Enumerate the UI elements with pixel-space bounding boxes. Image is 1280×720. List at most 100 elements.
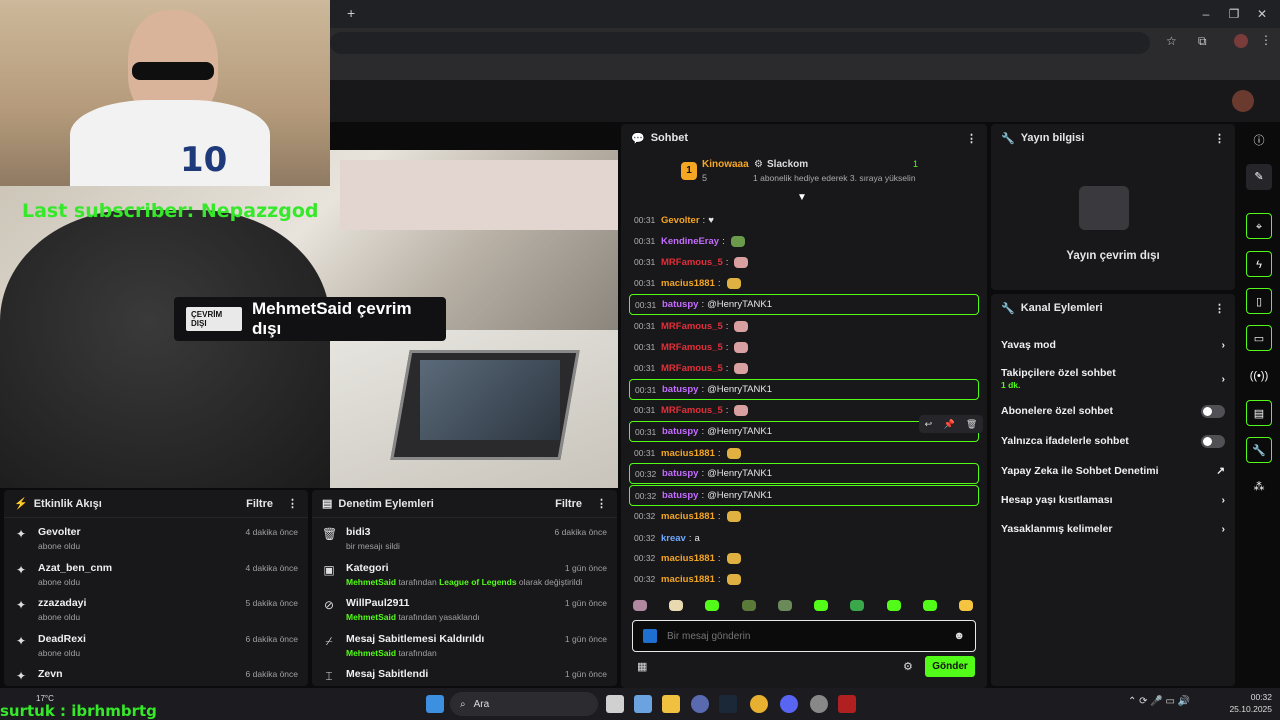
more-icon[interactable]: ⋮ (1214, 302, 1225, 315)
collapse-icon[interactable]: ▼ (797, 192, 807, 203)
activity-filter-button[interactable]: Filtre (246, 498, 273, 510)
emotes-only-toggle[interactable] (1201, 434, 1225, 448)
reply-icon[interactable]: ↩ (925, 419, 933, 430)
chat-message[interactable]: 00:32 batuspy: @HenryTANK1 (629, 485, 979, 506)
send-button[interactable]: Gönder (925, 656, 975, 677)
banned-words-row[interactable]: Yasaklanmış kelimeler › (991, 514, 1235, 543)
steam-icon[interactable] (719, 695, 737, 713)
taskview-icon[interactable] (606, 695, 624, 713)
message-username[interactable]: macius1881 (661, 553, 715, 564)
app-icon[interactable] (691, 695, 709, 713)
pin-icon[interactable]: 📌 (943, 419, 954, 430)
chat-message[interactable]: 00:32 macius1881: (629, 569, 979, 589)
focus-icon[interactable]: ⌖ (1246, 213, 1272, 239)
message-username[interactable]: Gevolter (661, 215, 700, 226)
message-username[interactable]: macius1881 (661, 448, 715, 459)
followers-only-row[interactable]: Takipçilere özel sohbet 1 dk. › (991, 362, 1235, 396)
message-username[interactable]: KendineEray (661, 236, 719, 247)
more-icon[interactable]: ⋮ (287, 497, 298, 510)
minimize-icon[interactable]: – (1196, 6, 1216, 22)
delete-icon[interactable]: 🗑 (966, 419, 977, 430)
chat-message[interactable]: 00:32 macius1881: (629, 548, 979, 568)
tool-icon[interactable]: 🔧 (1246, 437, 1272, 463)
message-username[interactable]: batuspy (662, 299, 698, 310)
app2-icon[interactable] (810, 695, 828, 713)
emote-icon[interactable] (705, 600, 720, 611)
explorer-icon[interactable] (662, 695, 680, 713)
start-icon[interactable] (426, 695, 444, 713)
message-username[interactable]: MRFamous_5 (661, 321, 723, 332)
more-icon[interactable]: ⋮ (1214, 132, 1225, 145)
close-window-icon[interactable]: ✕ (1252, 6, 1272, 22)
chrome-icon[interactable] (750, 695, 768, 713)
emote-icon[interactable] (850, 600, 865, 611)
message-username[interactable]: batuspy (662, 384, 698, 395)
emote-icon[interactable] (669, 600, 684, 611)
chat-message[interactable]: 00:31 macius1881: (629, 273, 979, 293)
chat-message[interactable]: 00:31 KendineEray: (629, 231, 979, 251)
emoji-icon[interactable]: ☻ (953, 630, 965, 642)
community-icon[interactable]: ⁂ (1246, 474, 1272, 500)
slow-mode-row[interactable]: Yavaş mod › (991, 328, 1235, 362)
chat-message[interactable]: 00:31 MRFamous_5: (629, 316, 979, 336)
calculator-icon[interactable] (634, 695, 652, 713)
emote-icon[interactable] (922, 600, 937, 611)
clock-time[interactable]: 00:32 (1232, 692, 1272, 702)
user-avatar[interactable] (1232, 90, 1254, 112)
message-username[interactable]: macius1881 (661, 278, 715, 289)
app3-icon[interactable] (838, 695, 856, 713)
chat-message[interactable]: 00:31 batuspy: @HenryTANK1 (629, 379, 979, 400)
stack-icon[interactable]: ▤ (1246, 400, 1272, 426)
browser-menu-icon[interactable]: ⋮ (1260, 33, 1272, 47)
message-username[interactable]: kreav (661, 533, 686, 544)
chat-message[interactable]: 00:32 batuspy: @HenryTANK1 (629, 463, 979, 484)
broadcast-icon[interactable]: ((•)) (1246, 363, 1272, 389)
new-tab-icon[interactable]: + (347, 5, 355, 21)
message-username[interactable]: MRFamous_5 (661, 363, 723, 374)
message-username[interactable]: MRFamous_5 (661, 342, 723, 353)
message-username[interactable]: macius1881 (661, 511, 715, 522)
clock-date[interactable]: 25.10.2025 (1222, 704, 1272, 714)
emote-icon[interactable] (958, 600, 973, 611)
chat-message[interactable]: 00:31 Gevolter: ♥ (629, 210, 979, 230)
chat-message[interactable]: 00:32 kreav: a (629, 528, 979, 548)
emote-icon[interactable] (633, 600, 647, 611)
edit-icon[interactable]: ✎ (1246, 164, 1272, 190)
discord-icon[interactable] (780, 695, 798, 713)
bookmark-star-icon[interactable]: ☆ (1166, 34, 1177, 48)
tray-icons[interactable]: ⌃ ⟳ 🎤 ▭ 🔊 (1128, 696, 1190, 707)
settings-icon[interactable]: ⚙ (903, 660, 913, 673)
subs-only-toggle[interactable] (1201, 404, 1225, 418)
taskbar-search[interactable]: ⌕ Ara (450, 692, 598, 716)
chat-bubble-icon[interactable]: ▭ (1246, 325, 1272, 351)
chat-message[interactable]: 00:31 MRFamous_5: (629, 358, 979, 378)
moderation-filter-button[interactable]: Filtre (555, 498, 582, 510)
chat-message[interactable]: 00:32 macius1881: (629, 506, 979, 526)
chat-message[interactable]: 00:31 MRFamous_5: (629, 337, 979, 357)
emote-icon[interactable] (814, 600, 829, 611)
extensions-icon[interactable]: ⧉ (1198, 34, 1207, 49)
store-icon[interactable]: ▦ (637, 660, 647, 673)
message-username[interactable]: macius1881 (661, 574, 715, 585)
message-username[interactable]: batuspy (662, 468, 698, 479)
account-age-row[interactable]: Hesap yaşı kısıtlaması › (991, 485, 1235, 514)
message-username[interactable]: batuspy (662, 490, 698, 501)
message-username[interactable]: MRFamous_5 (661, 405, 723, 416)
info-icon[interactable]: ⓘ (1246, 128, 1272, 154)
chat-input-box[interactable]: ☻ (632, 620, 976, 652)
message-username[interactable]: MRFamous_5 (661, 257, 723, 268)
chat-message[interactable]: 00:31 batuspy: @HenryTANK1 (629, 294, 979, 315)
more-icon[interactable]: ⋮ (966, 132, 977, 145)
chat-message[interactable]: 00:31 macius1881: (629, 443, 979, 463)
chat-input[interactable] (667, 630, 944, 642)
chat-message[interactable]: 00:31 MRFamous_5: (629, 252, 979, 272)
emote-icon[interactable] (741, 600, 756, 611)
message-username[interactable]: batuspy (662, 426, 698, 437)
emote-icon[interactable] (777, 600, 792, 611)
emote-icon[interactable] (886, 600, 901, 611)
maximize-icon[interactable]: ❐ (1224, 6, 1244, 22)
ai-moderation-row[interactable]: Yapay Zeka ile Sohbet Denetimi ↗ (991, 456, 1235, 485)
profile-avatar[interactable] (1234, 34, 1248, 48)
more-icon[interactable]: ⋮ (596, 497, 607, 510)
document-icon[interactable]: ▯ (1246, 288, 1272, 314)
